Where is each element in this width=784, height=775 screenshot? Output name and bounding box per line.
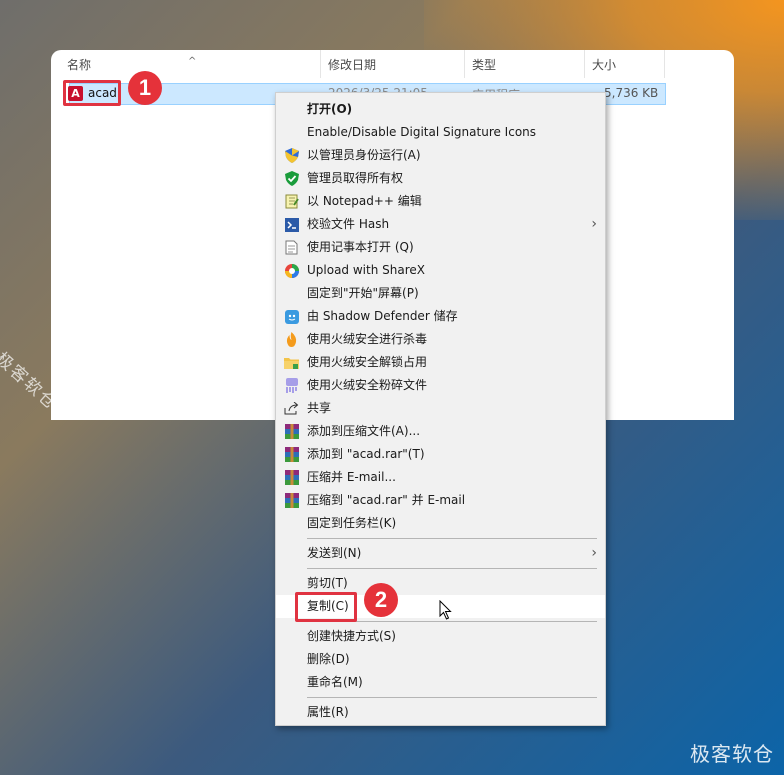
column-size[interactable]: 大小 [592, 56, 616, 73]
menu-separator [307, 697, 597, 698]
menu-item-label: 使用记事本打开 (Q) [307, 240, 414, 254]
column-modified[interactable]: 修改日期 [328, 56, 376, 73]
winrar-icon [284, 470, 299, 485]
menu-item-label: 管理员取得所有权 [307, 171, 404, 185]
menu-item-label: 使用火绒安全粉碎文件 [307, 378, 428, 392]
menu-item-label: 固定到任务栏(K) [307, 516, 397, 530]
menu-item-label: 固定到"开始"屏幕(P) [307, 286, 419, 300]
menu-item-label: 发送到(N) [307, 546, 362, 560]
uac-shield-icon [284, 148, 299, 163]
file-size: 5,736 KB [604, 86, 659, 100]
column-name[interactable]: 名称 [67, 56, 91, 73]
highlight-box-file [63, 80, 121, 106]
menu-item-label: 以管理员身份运行(A) [307, 148, 421, 162]
menu-item-label: 重命名(M) [307, 675, 363, 689]
menu-item-notepadpp[interactable]: 以 Notepad++ 编辑 [276, 190, 605, 213]
context-menu: 打开(O) Enable/Disable Digital Signature I… [275, 92, 606, 726]
menu-item-label: Enable/Disable Digital Signature Icons [307, 125, 537, 139]
share-icon [284, 401, 299, 416]
menu-item-label: 打开(O) [307, 102, 353, 116]
menu-item-label: 压缩到 "acad.rar" 并 E-mail [307, 493, 466, 507]
menu-item-pin-start[interactable]: 固定到"开始"屏幕(P) [276, 282, 605, 305]
menu-item-take-ownership[interactable]: 管理员取得所有权 [276, 167, 605, 190]
menu-item-delete[interactable]: 删除(D) [276, 648, 605, 671]
menu-item-send-to[interactable]: 发送到(N) › [276, 542, 605, 565]
menu-item-pin-taskbar[interactable]: 固定到任务栏(K) [276, 512, 605, 535]
green-shield-icon [284, 171, 299, 186]
column-divider[interactable] [464, 50, 465, 78]
menu-item-label: 校验文件 Hash [307, 217, 390, 231]
menu-item-file-hash[interactable]: 校验文件 Hash › [276, 213, 605, 236]
highlight-box-copy [295, 592, 357, 622]
mouse-pointer-icon [439, 599, 453, 625]
menu-item-digital-signature[interactable]: Enable/Disable Digital Signature Icons [276, 121, 605, 144]
menu-item-properties[interactable]: 属性(R) [276, 701, 605, 724]
hash-icon [284, 217, 299, 232]
menu-item-open-notepad[interactable]: 使用记事本打开 (Q) [276, 236, 605, 259]
huorong-shred-icon [284, 378, 299, 393]
menu-item-compress-acad-email[interactable]: 压缩到 "acad.rar" 并 E-mail [276, 489, 605, 512]
menu-item-create-shortcut[interactable]: 创建快捷方式(S) [276, 625, 605, 648]
menu-item-shadow-defender[interactable]: 由 Shadow Defender 储存 [276, 305, 605, 328]
watermark-text: 极客软仓 [690, 742, 774, 766]
notepadpp-icon [284, 194, 299, 209]
menu-item-label: 创建快捷方式(S) [307, 629, 396, 643]
chevron-right-icon: › [591, 545, 597, 561]
menu-item-add-acad-rar[interactable]: 添加到 "acad.rar"(T) [276, 443, 605, 466]
menu-item-label: 压缩并 E-mail... [307, 470, 396, 484]
menu-item-huorong-unlock[interactable]: 使用火绒安全解锁占用 [276, 351, 605, 374]
menu-item-label: 使用火绒安全解锁占用 [307, 355, 428, 369]
step-badge-2: 2 [364, 583, 398, 617]
menu-item-label: 共享 [307, 401, 332, 415]
menu-item-label: 剪切(T) [307, 576, 348, 590]
menu-item-rename[interactable]: 重命名(M) [276, 671, 605, 694]
menu-item-compress-email[interactable]: 压缩并 E-mail... [276, 466, 605, 489]
menu-separator [307, 538, 597, 539]
notepad-icon [284, 240, 299, 255]
menu-item-label: 以 Notepad++ 编辑 [307, 194, 422, 208]
shadow-defender-icon [284, 309, 299, 324]
menu-item-label: 由 Shadow Defender 储存 [307, 309, 458, 323]
step-badge-1: 1 [128, 71, 162, 105]
menu-item-sharex[interactable]: Upload with ShareX [276, 259, 605, 282]
menu-item-label: Upload with ShareX [307, 263, 425, 277]
menu-item-label: 添加到压缩文件(A)... [307, 424, 421, 438]
menu-separator [307, 568, 597, 569]
chevron-right-icon: › [591, 216, 597, 232]
menu-item-share[interactable]: 共享 [276, 397, 605, 420]
menu-item-label: 使用火绒安全进行杀毒 [307, 332, 428, 346]
winrar-icon [284, 493, 299, 508]
menu-item-label: 添加到 "acad.rar"(T) [307, 447, 425, 461]
winrar-icon [284, 424, 299, 439]
menu-item-huorong-shred[interactable]: 使用火绒安全粉碎文件 [276, 374, 605, 397]
column-divider[interactable] [664, 50, 665, 78]
winrar-icon [284, 447, 299, 462]
column-divider[interactable] [320, 50, 321, 78]
huorong-folder-icon [284, 355, 299, 370]
column-type[interactable]: 类型 [472, 56, 496, 73]
menu-item-label: 属性(R) [307, 705, 349, 719]
menu-item-open[interactable]: 打开(O) [276, 98, 605, 121]
sort-up-icon: ^ [188, 56, 197, 67]
menu-item-huorong-scan[interactable]: 使用火绒安全进行杀毒 [276, 328, 605, 351]
huorong-flame-icon [284, 332, 299, 347]
menu-item-add-archive[interactable]: 添加到压缩文件(A)... [276, 420, 605, 443]
menu-item-run-as-admin[interactable]: 以管理员身份运行(A) [276, 144, 605, 167]
sharex-icon [284, 263, 299, 278]
column-divider[interactable] [584, 50, 585, 78]
menu-item-label: 删除(D) [307, 652, 350, 666]
